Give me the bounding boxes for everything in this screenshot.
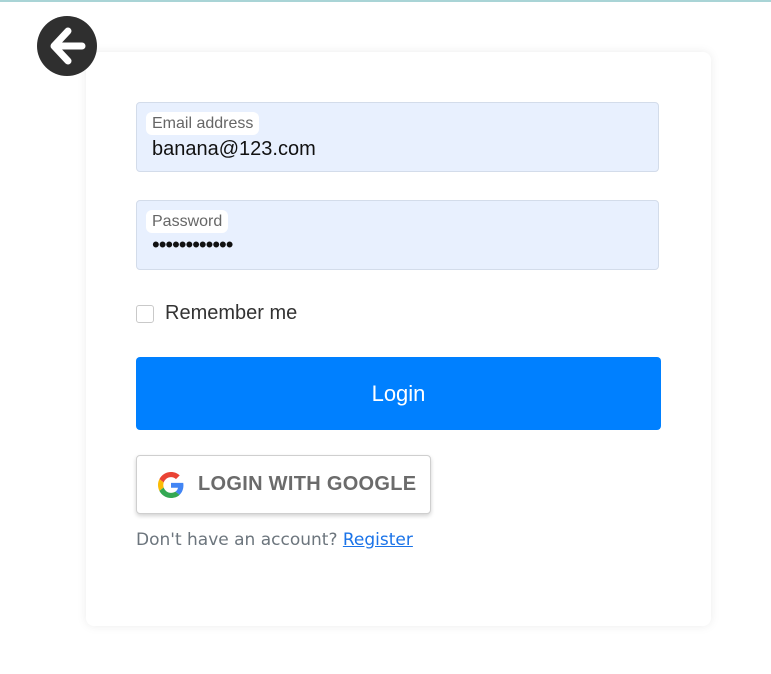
remember-me-label[interactable]: Remember me: [165, 302, 297, 325]
google-g-icon: [158, 471, 184, 498]
register-link[interactable]: Register: [343, 530, 413, 550]
register-prompt-row: Don't have an account? Register: [136, 530, 413, 550]
remember-me-checkbox[interactable]: [136, 304, 154, 323]
top-divider: [0, 0, 771, 2]
login-button[interactable]: Login: [136, 357, 661, 430]
back-button[interactable]: [37, 16, 97, 76]
login-with-google-button[interactable]: LOGIN WITH GOOGLE: [136, 455, 431, 514]
email-value[interactable]: banana@123.com: [152, 137, 316, 161]
remember-me[interactable]: Remember me: [136, 302, 297, 325]
login-with-google-label: LOGIN WITH GOOGLE: [198, 473, 417, 495]
arrow-left-icon: [50, 27, 86, 65]
register-prompt: Don't have an account?: [136, 530, 343, 550]
email-field[interactable]: Email address banana@123.com: [136, 102, 659, 172]
password-field[interactable]: Password ••••••••••••: [136, 200, 659, 270]
password-label: Password: [146, 210, 229, 233]
login-card: Email address banana@123.com Password ••…: [86, 52, 711, 626]
password-value[interactable]: ••••••••••••: [152, 233, 233, 257]
email-label: Email address: [146, 112, 260, 135]
